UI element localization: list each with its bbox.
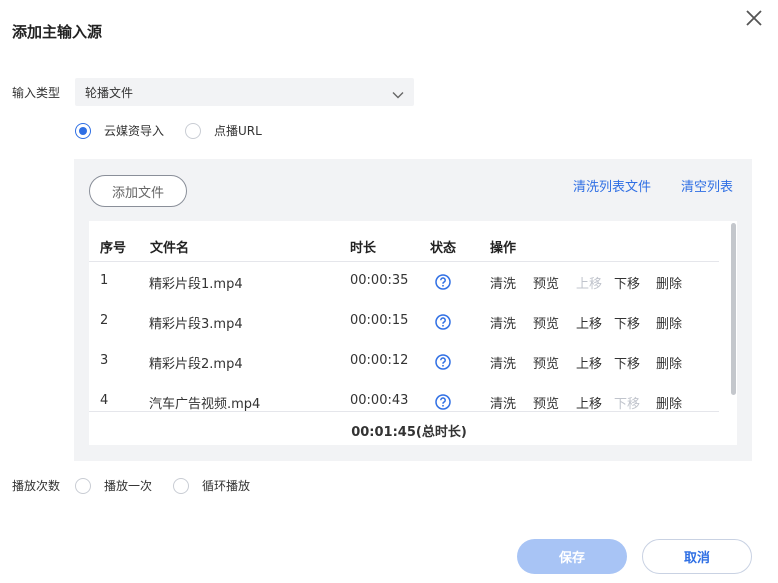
header-filename: 文件名 bbox=[150, 241, 190, 256]
row-filename: 精彩片段1.mp4 bbox=[149, 277, 243, 292]
close-icon[interactable] bbox=[743, 7, 765, 29]
row-filename: 精彩片段2.mp4 bbox=[149, 357, 243, 372]
radio-label: 点播URL bbox=[214, 124, 262, 138]
chevron-down-icon bbox=[392, 86, 404, 99]
preview-button[interactable]: 预览 bbox=[533, 313, 559, 332]
delete-button[interactable]: 删除 bbox=[656, 313, 682, 332]
move-up-button[interactable]: 上移 bbox=[576, 393, 602, 412]
row-duration: 00:00:43 bbox=[350, 393, 409, 408]
radio-cloud-media-import[interactable]: 云媒资导入 bbox=[75, 122, 164, 139]
dialog-title: 添加主输入源 bbox=[12, 23, 103, 41]
radio-play-once[interactable]: 播放一次 bbox=[75, 477, 152, 494]
radio-circle bbox=[75, 122, 91, 139]
move-up-button[interactable]: 上移 bbox=[576, 313, 602, 332]
save-button[interactable]: 保存 bbox=[517, 539, 627, 574]
delete-button[interactable]: 删除 bbox=[656, 273, 682, 292]
move-down-button: 下移 bbox=[614, 397, 641, 412]
move-up-button: 上移 bbox=[576, 277, 603, 292]
table-scrollbar[interactable] bbox=[731, 223, 736, 395]
radio-label: 云媒资导入 bbox=[104, 124, 165, 138]
delete-button[interactable]: 删除 bbox=[656, 393, 682, 412]
help-icon[interactable] bbox=[435, 274, 451, 290]
row-index: 4 bbox=[100, 393, 109, 408]
move-down-button[interactable]: 下移 bbox=[614, 313, 640, 332]
radio-circle bbox=[185, 122, 201, 139]
delete-button[interactable]: 删除 bbox=[656, 353, 682, 372]
cancel-button[interactable]: 取消 bbox=[642, 539, 752, 574]
help-icon[interactable] bbox=[435, 354, 451, 370]
row-filename: 精彩片段3.mp4 bbox=[149, 317, 243, 332]
row-index: 2 bbox=[100, 313, 109, 328]
file-list-panel: 添加文件 清洗列表文件 清空列表 序号 文件名 时长 状态 操作 1 精彩片段1… bbox=[74, 159, 752, 461]
preview-button[interactable]: 预览 bbox=[533, 353, 559, 372]
clean-button[interactable]: 清洗 bbox=[490, 353, 516, 372]
radio-label: 循环播放 bbox=[202, 479, 251, 493]
row-filename: 汽车广告视频.mp4 bbox=[149, 397, 261, 412]
help-icon[interactable] bbox=[435, 314, 451, 330]
radio-circle bbox=[75, 477, 91, 494]
radio-circle bbox=[173, 477, 189, 494]
radio-loop-play[interactable]: 循环播放 bbox=[173, 477, 250, 494]
preview-button[interactable]: 预览 bbox=[533, 393, 559, 412]
add-file-button[interactable]: 添加文件 bbox=[89, 175, 187, 207]
row-index: 3 bbox=[100, 353, 109, 368]
row-duration: 00:00:15 bbox=[350, 313, 409, 328]
header-status: 状态 bbox=[430, 241, 457, 256]
file-table: 序号 文件名 时长 状态 操作 1 精彩片段1.mp4 00:00:35 清洗 … bbox=[89, 221, 737, 445]
play-count-label: 播放次数 bbox=[12, 479, 61, 493]
preview-button[interactable]: 预览 bbox=[533, 273, 559, 292]
clean-list-files-link[interactable]: 清洗列表文件 bbox=[573, 176, 651, 195]
clean-button[interactable]: 清洗 bbox=[490, 313, 516, 332]
total-duration: 00:01:45(总时长) bbox=[351, 425, 467, 440]
radio-label: 播放一次 bbox=[104, 479, 153, 493]
clear-list-link[interactable]: 清空列表 bbox=[681, 176, 733, 195]
row-duration: 00:00:12 bbox=[350, 353, 409, 368]
move-down-button[interactable]: 下移 bbox=[614, 353, 640, 372]
clean-button[interactable]: 清洗 bbox=[490, 273, 516, 292]
table-footer-divider bbox=[89, 411, 719, 412]
input-type-value: 轮播文件 bbox=[85, 86, 134, 100]
clean-button[interactable]: 清洗 bbox=[490, 393, 516, 412]
move-up-button[interactable]: 上移 bbox=[576, 353, 602, 372]
radio-vod-url[interactable]: 点播URL bbox=[185, 122, 262, 139]
row-index: 1 bbox=[100, 273, 109, 288]
header-divider bbox=[89, 261, 719, 262]
move-down-button[interactable]: 下移 bbox=[614, 273, 640, 292]
header-duration: 时长 bbox=[350, 241, 377, 256]
header-actions: 操作 bbox=[490, 241, 517, 256]
row-duration: 00:00:35 bbox=[350, 273, 409, 288]
input-type-select[interactable]: 轮播文件 bbox=[75, 78, 414, 106]
header-index: 序号 bbox=[100, 241, 127, 256]
input-type-label: 输入类型 bbox=[12, 86, 61, 100]
help-icon[interactable] bbox=[435, 394, 451, 410]
